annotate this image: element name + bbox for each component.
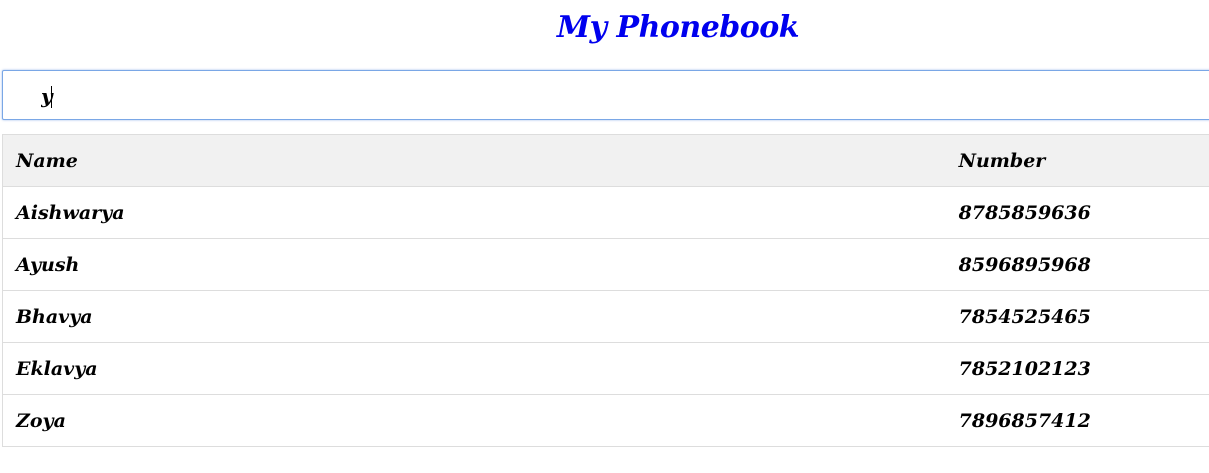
contact-number: 7854525465	[945, 290, 1209, 343]
table-row[interactable]: Aishwarya 8785859636	[2, 186, 1209, 239]
contact-number: 8596895968	[945, 238, 1209, 291]
table-row[interactable]: Zoya 7896857412	[2, 394, 1209, 447]
column-header-number[interactable]: Number	[945, 134, 1209, 187]
search-box[interactable]	[2, 70, 1209, 120]
table-row[interactable]: Bhavya 7854525465	[2, 290, 1209, 343]
contact-name: Zoya	[2, 394, 946, 447]
search-input[interactable]	[41, 83, 1141, 109]
contact-name: Aishwarya	[2, 186, 946, 239]
contact-number: 7896857412	[945, 394, 1209, 447]
contact-name: Ayush	[2, 238, 946, 291]
contacts-table: Name Number Aishwarya 8785859636 Ayush 8…	[2, 134, 1209, 447]
text-cursor	[51, 86, 52, 108]
contact-number: 7852102123	[945, 342, 1209, 395]
contact-name: Eklavya	[2, 342, 946, 395]
table-row[interactable]: Eklavya 7852102123	[2, 342, 1209, 395]
table-row[interactable]: Ayush 8596895968	[2, 238, 1209, 291]
column-header-name[interactable]: Name	[2, 134, 946, 187]
contact-number: 8785859636	[945, 186, 1209, 239]
page-title: My Phonebook	[556, 10, 800, 45]
table-header-row: Name Number	[2, 134, 1209, 187]
contact-name: Bhavya	[2, 290, 946, 343]
